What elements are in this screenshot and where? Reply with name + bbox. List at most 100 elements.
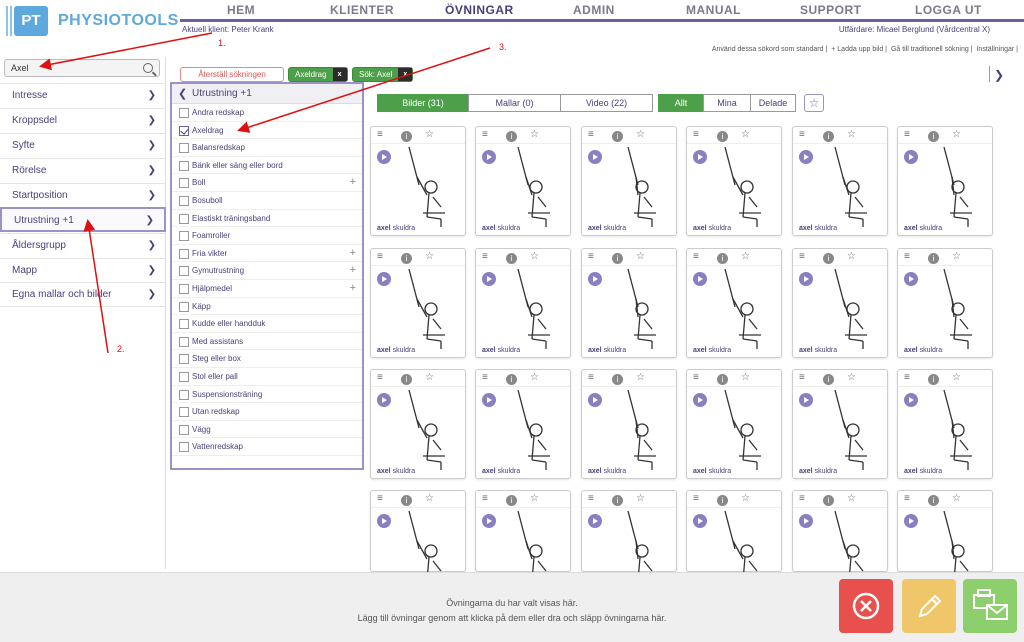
expand-plus-icon[interactable]: +: [350, 280, 356, 297]
sidebar-item-utrustning[interactable]: Utrustning +1 ❯: [0, 207, 166, 232]
exercise-card[interactable]: ≡ i ☆ axel skuldra: [792, 248, 888, 358]
sidebar-item-kroppsdel[interactable]: Kroppsdel ❯: [0, 108, 166, 133]
checkbox[interactable]: [179, 213, 189, 224]
menu-icon[interactable]: ≡: [799, 372, 805, 383]
edit-program-button[interactable]: [902, 579, 956, 633]
info-icon[interactable]: i: [823, 495, 834, 506]
category-item[interactable]: Stol eller pall: [172, 368, 362, 386]
play-icon[interactable]: [482, 514, 496, 528]
menu-icon[interactable]: ≡: [588, 372, 594, 383]
checkbox[interactable]: [179, 178, 189, 189]
checkbox[interactable]: [179, 371, 189, 382]
category-item[interactable]: Utan redskap: [172, 403, 362, 421]
star-icon[interactable]: ☆: [530, 251, 539, 262]
remove-chip-icon[interactable]: x: [332, 68, 347, 81]
category-item[interactable]: Bosuboll: [172, 192, 362, 210]
play-icon[interactable]: [588, 514, 602, 528]
tab-delade[interactable]: Delade: [750, 94, 796, 112]
info-icon[interactable]: i: [928, 374, 939, 385]
play-icon[interactable]: [588, 393, 602, 407]
filter-chip-axeldrag[interactable]: Axeldrag x: [288, 67, 348, 82]
search-icon[interactable]: [143, 63, 153, 73]
filter-chip-search[interactable]: Sök: Axel x: [352, 67, 414, 82]
exercise-card[interactable]: ≡ i ☆ axel skuldra: [581, 126, 677, 236]
checkbox[interactable]: [179, 283, 189, 294]
sidebar-item-syfte[interactable]: Syfte ❯: [0, 133, 166, 158]
category-item[interactable]: Andra redskap: [172, 104, 362, 122]
exercise-card[interactable]: ≡ i ☆ axel skuldra: [897, 369, 993, 479]
info-icon[interactable]: i: [401, 374, 412, 385]
star-icon[interactable]: ☆: [741, 493, 750, 504]
star-icon[interactable]: ☆: [425, 251, 434, 262]
favorites-star-button[interactable]: ☆: [804, 94, 824, 112]
tab-allt[interactable]: Allt: [658, 94, 704, 112]
exercise-card[interactable]: ≡ i ☆ axel skuldra: [686, 369, 782, 479]
category-panel-header[interactable]: ❮ Utrustning +1: [172, 84, 362, 104]
menu-icon[interactable]: ≡: [377, 129, 383, 140]
star-icon[interactable]: ☆: [741, 129, 750, 140]
sidebar-item-egna-mallar[interactable]: Egna mallar och bilder ❯: [0, 282, 166, 307]
exercise-card[interactable]: ≡ i ☆ axel skuldra: [581, 248, 677, 358]
star-icon[interactable]: ☆: [741, 372, 750, 383]
info-icon[interactable]: i: [401, 131, 412, 142]
clear-selection-button[interactable]: [839, 579, 893, 633]
play-icon[interactable]: [904, 393, 918, 407]
reset-search-button[interactable]: Återställ sökningen: [180, 67, 284, 82]
exercise-card[interactable]: ≡ i ☆ axel skuldra: [475, 126, 571, 236]
info-icon[interactable]: i: [717, 495, 728, 506]
category-item[interactable]: Balansredskap: [172, 139, 362, 157]
info-icon[interactable]: i: [823, 253, 834, 264]
play-icon[interactable]: [482, 393, 496, 407]
tab-mallar[interactable]: Mallar (0): [468, 94, 561, 112]
play-icon[interactable]: [482, 150, 496, 164]
exercise-card[interactable]: ≡ i ☆: [897, 490, 993, 591]
menu-icon[interactable]: ≡: [799, 493, 805, 504]
link-settings[interactable]: Inställningar: [976, 46, 1014, 53]
checkbox[interactable]: [179, 301, 189, 312]
checkbox[interactable]: [179, 266, 189, 277]
checkbox[interactable]: [179, 108, 189, 118]
info-icon[interactable]: i: [928, 253, 939, 264]
nav-klienter[interactable]: KLIENTER: [330, 3, 394, 17]
star-icon[interactable]: ☆: [425, 372, 434, 383]
remove-chip-icon[interactable]: x: [398, 68, 413, 81]
exercise-card[interactable]: ≡ i ☆: [792, 490, 888, 591]
play-icon[interactable]: [693, 514, 707, 528]
sidebar-item-aldersgrupp[interactable]: Åldersgrupp ❯: [0, 233, 166, 258]
current-client[interactable]: Aktuell klient: Peter Krank: [182, 25, 274, 34]
tab-mina[interactable]: Mina: [703, 94, 751, 112]
info-icon[interactable]: i: [506, 374, 517, 385]
checkbox[interactable]: [179, 125, 189, 136]
play-icon[interactable]: [588, 272, 602, 286]
star-icon[interactable]: ☆: [530, 129, 539, 140]
category-item[interactable]: Steg eller box: [172, 350, 362, 368]
exercise-card[interactable]: ≡ i ☆: [370, 490, 466, 591]
info-icon[interactable]: i: [401, 495, 412, 506]
exercise-card[interactable]: ≡ i ☆ axel skuldra: [792, 126, 888, 236]
exercise-card[interactable]: ≡ i ☆ axel skuldra: [897, 248, 993, 358]
exercise-card[interactable]: ≡ i ☆ axel skuldra: [792, 369, 888, 479]
checkbox[interactable]: [179, 160, 189, 171]
info-icon[interactable]: i: [506, 495, 517, 506]
tab-bilder[interactable]: Bilder (31): [377, 94, 469, 112]
exercise-card[interactable]: ≡ i ☆ axel skuldra: [686, 248, 782, 358]
search-input[interactable]: Axel: [4, 59, 160, 77]
nav-manual[interactable]: MANUAL: [686, 3, 741, 17]
menu-icon[interactable]: ≡: [588, 251, 594, 262]
sidebar-item-mapp[interactable]: Mapp ❯: [0, 258, 166, 283]
menu-icon[interactable]: ≡: [693, 372, 699, 383]
star-icon[interactable]: ☆: [952, 251, 961, 262]
play-icon[interactable]: [482, 272, 496, 286]
play-icon[interactable]: [799, 514, 813, 528]
menu-icon[interactable]: ≡: [588, 129, 594, 140]
chevron-left-icon[interactable]: ❮: [178, 84, 187, 104]
info-icon[interactable]: i: [717, 253, 728, 264]
link-use-search-default[interactable]: Använd dessa sökord som standard: [712, 46, 824, 53]
star-icon[interactable]: ☆: [425, 493, 434, 504]
checkbox[interactable]: [179, 442, 189, 453]
exercise-card[interactable]: ≡ i ☆: [475, 490, 571, 591]
play-icon[interactable]: [904, 514, 918, 528]
play-icon[interactable]: [588, 150, 602, 164]
star-icon[interactable]: ☆: [530, 372, 539, 383]
play-icon[interactable]: [693, 272, 707, 286]
